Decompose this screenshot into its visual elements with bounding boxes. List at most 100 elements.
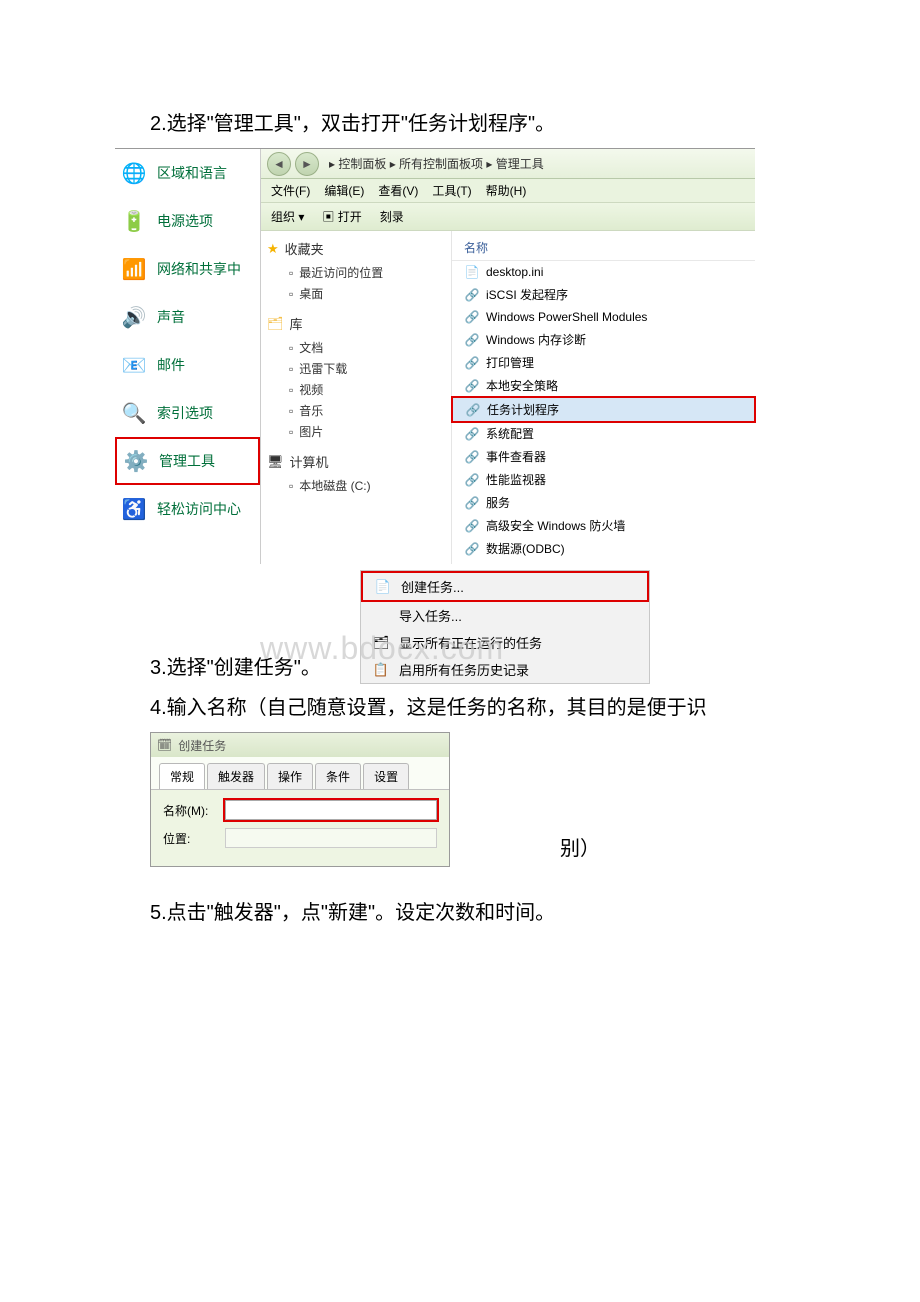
file-item[interactable]: 🔗打印管理: [452, 351, 755, 374]
cp-item-icon: 🔍: [119, 398, 149, 428]
file-name: 系统配置: [486, 425, 534, 442]
step-4-text: 4.输入名称（自己随意设置，这是任务的名称，其目的是便于识: [150, 692, 920, 724]
cp-item-6[interactable]: ⚙️ 管理工具: [115, 437, 260, 485]
file-item[interactable]: 🔗事件查看器: [452, 445, 755, 468]
menu-item-icon: 🗂: [371, 635, 391, 651]
location-label: 位置:: [163, 830, 217, 847]
nav-item[interactable]: ▫文档: [289, 337, 445, 358]
tab-操作[interactable]: 操作: [267, 763, 313, 789]
file-item[interactable]: 🔗Windows 内存诊断: [452, 328, 755, 351]
cp-item-label: 邮件: [157, 355, 185, 375]
context-menu-item[interactable]: 📋启用所有任务历史记录: [361, 656, 649, 683]
file-icon: 🔗: [464, 541, 480, 557]
file-icon: 🔗: [464, 495, 480, 511]
file-item[interactable]: 🔗系统配置: [452, 422, 755, 445]
tab-条件[interactable]: 条件: [315, 763, 361, 789]
file-item[interactable]: 🔗高级安全 Windows 防火墙: [452, 514, 755, 537]
nav-item-label: 音乐: [299, 402, 323, 419]
file-icon: 🔗: [465, 402, 481, 418]
file-item[interactable]: 🔗数据源(ODBC): [452, 537, 755, 560]
file-item[interactable]: 🔗iSCSI 发起程序: [452, 283, 755, 306]
nav-item-label: 迅雷下载: [299, 360, 347, 377]
cp-item-7[interactable]: ♿轻松访问中心: [115, 485, 260, 533]
tab-常规[interactable]: 常规: [159, 763, 205, 789]
computer-group[interactable]: 🖥计算机: [267, 452, 445, 471]
menu-item[interactable]: 编辑(E): [324, 182, 364, 199]
nav-item[interactable]: ▫桌面: [289, 283, 445, 304]
step-5-text: 5.点击"触发器"，点"新建"。设定次数和时间。: [150, 897, 920, 929]
file-name: desktop.ini: [486, 265, 543, 279]
library-label: 库: [290, 314, 303, 333]
name-label: 名称(M):: [163, 802, 217, 819]
cp-item-2[interactable]: 📶网络和共享中: [115, 245, 260, 293]
file-item[interactable]: 🔗 性能监视器: [452, 468, 755, 491]
nav-item-icon: ▫: [289, 425, 293, 439]
file-name: 性能监视器: [486, 471, 546, 488]
menu-item[interactable]: 文件(F): [271, 182, 310, 199]
menu-item-icon: 📄: [373, 579, 393, 595]
toolbar-item[interactable]: 组织 ▾: [271, 208, 304, 225]
cp-item-5[interactable]: 🔍索引选项: [115, 389, 260, 437]
nav-item-label: 图片: [299, 423, 323, 440]
nav-item[interactable]: ▫最近访问的位置: [289, 262, 445, 283]
toolbar: 组织 ▾ ▣ 打开 刻录: [261, 203, 755, 231]
context-menu-item[interactable]: 🗂 显示所有正在运行的任务: [361, 629, 649, 656]
nav-item-icon: ▫: [289, 362, 293, 376]
column-header-name[interactable]: 名称: [452, 235, 755, 261]
cp-item-label: 网络和共享中: [157, 259, 241, 279]
forward-button[interactable]: ►: [295, 152, 319, 176]
control-panel-screenshot: 🌐区域和语言 🔋 电源选项 📶网络和共享中🔊声音📧邮件🔍索引选项 ⚙️ 管理工具 ♿轻松访问…: [115, 148, 755, 564]
file-icon: 🔗: [464, 309, 480, 325]
toolbar-item[interactable]: 刻录: [380, 208, 404, 225]
computer-label: 计算机: [290, 452, 329, 471]
file-list: 名称 📄desktop.ini🔗iSCSI 发起程序 🔗 Windows Power…: [451, 231, 755, 564]
context-menu-item[interactable]: 导入任务...: [361, 602, 649, 629]
nav-item[interactable]: ▫音乐: [289, 400, 445, 421]
nav-item[interactable]: ▫ 图片: [289, 421, 445, 442]
nav-pane: ★收藏夹 ▫最近访问的位置▫桌面 🗂库 ▫文档 ▫ 迅雷下载 ▫视频▫音乐 ▫ 图片 🖥计…: [261, 231, 451, 564]
name-input[interactable]: [225, 800, 437, 820]
file-icon: 🔗: [464, 472, 480, 488]
cp-item-icon: 🔋: [119, 206, 149, 236]
tab-触发器[interactable]: 触发器: [207, 763, 265, 789]
cp-item-icon: ⚙️: [121, 446, 151, 476]
cp-category-list: 🌐区域和语言 🔋 电源选项 📶网络和共享中🔊声音📧邮件🔍索引选项 ⚙️ 管理工具 ♿轻松访问…: [115, 149, 260, 564]
back-button[interactable]: ◄: [267, 152, 291, 176]
nav-item[interactable]: ▫视频: [289, 379, 445, 400]
menu-item[interactable]: 帮助(H): [486, 182, 527, 199]
context-menu-item[interactable]: 📄 创建任务...: [361, 571, 649, 602]
menu-item[interactable]: 工具(T): [432, 182, 471, 199]
cp-item-label: 管理工具: [159, 451, 215, 471]
breadcrumb[interactable]: ▸ 控制面板 ▸ 所有控制面板项 ▸ 管理工具: [329, 155, 544, 172]
cp-item-4[interactable]: 📧邮件: [115, 341, 260, 389]
address-bar: ◄ ► ▸ 控制面板 ▸ 所有控制面板项 ▸ 管理工具: [261, 149, 755, 179]
nav-item[interactable]: ▫ 迅雷下载: [289, 358, 445, 379]
nav-item-label: 视频: [299, 381, 323, 398]
library-group[interactable]: 🗂库: [267, 314, 445, 333]
dialog-title: 创建任务: [178, 737, 226, 754]
cp-item-1[interactable]: 🔋 电源选项: [115, 197, 260, 245]
file-item[interactable]: 🔗任务计划程序: [452, 397, 755, 422]
menu-item-label: 显示所有正在运行的任务: [399, 633, 542, 652]
menu-item[interactable]: 查看(V): [378, 182, 418, 199]
file-name: Windows PowerShell Modules: [486, 310, 647, 324]
tab-设置[interactable]: 设置: [363, 763, 409, 789]
nav-item[interactable]: ▫本地磁盘 (C:): [289, 475, 445, 496]
file-item[interactable]: 🔗 Windows PowerShell Modules: [452, 306, 755, 328]
toolbar-item[interactable]: ▣ 打开: [322, 208, 361, 225]
file-icon: 🔗: [464, 355, 480, 371]
menu-item-label: 创建任务...: [401, 577, 464, 596]
cp-item-label: 电源选项: [157, 211, 213, 231]
nav-item-label: 文档: [299, 339, 323, 356]
file-item[interactable]: 🔗本地安全策略: [452, 374, 755, 397]
file-item[interactable]: 📄desktop.ini: [452, 261, 755, 283]
menu-item-icon: [371, 608, 391, 624]
create-task-dialog: 🗓 创建任务 常规触发器操作条件设置 名称(M): 位置:: [150, 732, 450, 867]
cp-item-3[interactable]: 🔊声音: [115, 293, 260, 341]
file-name: Windows 内存诊断: [486, 331, 586, 348]
file-item[interactable]: 🔗服务: [452, 491, 755, 514]
favorites-group[interactable]: ★收藏夹: [267, 239, 445, 258]
cp-item-0[interactable]: 🌐区域和语言: [115, 149, 260, 197]
step-4-suffix: 别）: [560, 832, 600, 861]
favorites-label: 收藏夹: [285, 239, 324, 258]
